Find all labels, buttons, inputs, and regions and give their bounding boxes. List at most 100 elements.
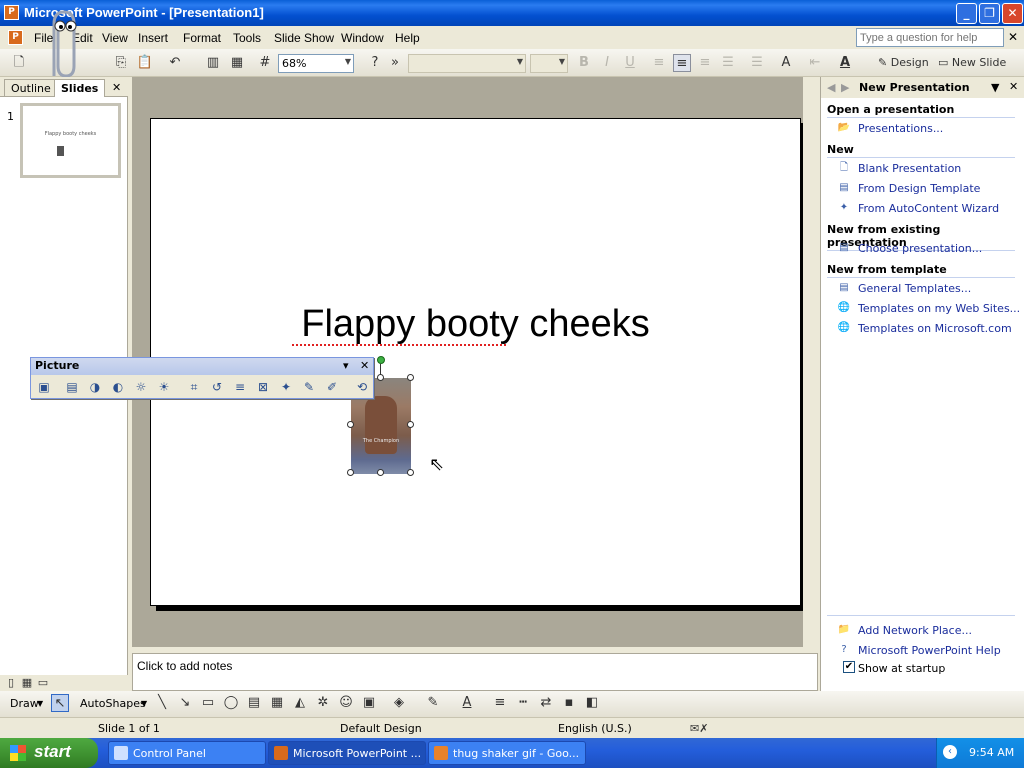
link-autocontent-wizard[interactable]: From AutoContent Wizard <box>858 202 999 215</box>
resize-handle-top[interactable] <box>377 374 384 381</box>
forward-icon[interactable]: ▶ <box>841 81 849 94</box>
link-web-site-templates[interactable]: Templates on my Web Sites... <box>858 302 1020 315</box>
font-size-combo[interactable]: ▼ <box>530 54 568 73</box>
line-color-icon[interactable]: ✎ <box>424 694 442 712</box>
task-firefox[interactable]: thug shaker gif - Goo... <box>428 741 586 765</box>
line-style-icon[interactable]: ≡ <box>491 694 509 712</box>
tray-expand-icon[interactable]: ‹ <box>943 745 957 759</box>
align-right-icon[interactable]: ≡ <box>696 54 714 72</box>
bullets-icon[interactable]: ☰ <box>748 54 766 72</box>
text-box-icon[interactable]: ▤ <box>245 694 263 712</box>
link-add-network-place[interactable]: Add Network Place... <box>858 624 972 637</box>
link-choose-presentation[interactable]: Choose presentation... <box>858 242 982 255</box>
line-icon[interactable]: ╲ <box>153 694 171 712</box>
new-icon[interactable]: 🗋 <box>10 54 28 72</box>
resize-handle-bottom-left[interactable] <box>347 469 354 476</box>
task-powerpoint[interactable]: Microsoft PowerPoint ... <box>268 741 426 765</box>
paste-icon[interactable]: 📋 <box>136 54 154 72</box>
vertical-scrollbar[interactable] <box>803 77 818 647</box>
diagram-icon[interactable]: ◭ <box>291 694 309 712</box>
tab-outline[interactable]: Outline <box>4 79 58 97</box>
color-icon[interactable]: ▤ <box>63 378 81 396</box>
menu-help[interactable]: Help <box>395 31 420 45</box>
underline-button[interactable]: U <box>621 54 639 72</box>
link-presentations[interactable]: Presentations... <box>858 122 943 135</box>
rotate-handle[interactable] <box>377 356 385 364</box>
more-buttons-icon[interactable]: » <box>386 54 404 72</box>
wordart-icon[interactable]: ▦ <box>268 694 286 712</box>
resize-handle-top-right[interactable] <box>407 374 414 381</box>
design-button[interactable]: ✎ Design <box>878 54 929 72</box>
arrow-icon[interactable]: ↘ <box>176 694 194 712</box>
shadow-style-icon[interactable]: ▪ <box>560 694 578 712</box>
office-assistant-clippy[interactable] <box>40 6 84 84</box>
copy-icon[interactable]: ⎘ <box>112 54 130 72</box>
font-color-icon[interactable]: A <box>458 694 476 712</box>
link-microsoft-templates[interactable]: Templates on Microsoft.com <box>858 322 1012 335</box>
chart-icon[interactable]: ▥ <box>204 54 222 72</box>
maximize-button[interactable]: ❐ <box>979 3 1000 24</box>
link-blank-presentation[interactable]: Blank Presentation <box>858 162 961 175</box>
compress-pictures-icon[interactable]: ⊠ <box>254 378 272 396</box>
link-design-template[interactable]: From Design Template <box>858 182 980 195</box>
picture-toolbar-close-icon[interactable]: ✕ <box>360 359 369 372</box>
start-button[interactable]: start <box>0 738 98 768</box>
new-slide-button[interactable]: ▭ New Slide <box>938 54 1006 72</box>
picture-icon[interactable]: ▣ <box>360 694 378 712</box>
rotate-left-icon[interactable]: ↺ <box>208 378 226 396</box>
font-color-icon[interactable]: A <box>836 54 854 72</box>
slide-thumbnail[interactable]: Flappy booty cheeks <box>20 103 121 178</box>
less-brightness-icon[interactable]: ☀ <box>155 378 173 396</box>
slide-show-icon[interactable]: ▭ <box>34 674 52 692</box>
menu-view[interactable]: View <box>102 31 128 45</box>
powerpoint-app-icon[interactable]: P <box>4 5 19 20</box>
more-contrast-icon[interactable]: ◑ <box>86 378 104 396</box>
arrow-style-icon[interactable]: ⇄ <box>537 694 555 712</box>
help-search-input[interactable] <box>856 28 1004 47</box>
grid-icon[interactable]: # <box>256 54 274 72</box>
menu-format[interactable]: Format <box>183 31 221 45</box>
close-button[interactable]: ✕ <box>1002 3 1023 24</box>
decrease-indent-icon[interactable]: ⇤ <box>806 54 824 72</box>
reset-picture-icon[interactable]: ⟲ <box>353 378 371 396</box>
link-general-templates[interactable]: General Templates... <box>858 282 971 295</box>
select-pointer-icon[interactable]: ↖ <box>51 694 69 712</box>
link-powerpoint-help[interactable]: Microsoft PowerPoint Help <box>858 644 1001 657</box>
oval-icon[interactable]: ◯ <box>222 694 240 712</box>
set-transparent-color-icon[interactable]: ✐ <box>323 378 341 396</box>
resize-handle-right[interactable] <box>407 421 414 428</box>
menu-insert[interactable]: Insert <box>138 31 168 45</box>
less-contrast-icon[interactable]: ◐ <box>109 378 127 396</box>
picture-toolbar-title[interactable]: Picture <box>31 358 373 375</box>
recolor-picture-icon[interactable]: ✦ <box>277 378 295 396</box>
rectangle-icon[interactable]: ▭ <box>199 694 217 712</box>
notes-placeholder[interactable]: Click to add notes <box>137 659 232 673</box>
bold-button[interactable]: B <box>575 54 593 72</box>
back-icon[interactable]: ◀ <box>827 81 835 94</box>
dash-style-icon[interactable]: ┅ <box>514 694 532 712</box>
align-center-icon[interactable]: ≡ <box>673 54 691 72</box>
align-left-icon[interactable]: ≡ <box>650 54 668 72</box>
menu-slide-show[interactable]: Slide Show <box>274 31 334 45</box>
show-at-startup-checkbox[interactable]: ✔ <box>843 661 855 673</box>
task-control-panel[interactable]: Control Panel <box>108 741 266 765</box>
menu-window[interactable]: Window <box>341 31 384 45</box>
minimize-button[interactable]: _ <box>956 3 977 24</box>
toolbar-options-icon[interactable]: ▾ <box>343 359 349 372</box>
task-pane-menu-icon[interactable]: ▼ <box>991 81 999 94</box>
line-style-icon[interactable]: ≡ <box>231 378 249 396</box>
italic-button[interactable]: I <box>598 54 616 72</box>
crop-icon[interactable]: ⌗ <box>185 378 203 396</box>
tab-slides[interactable]: Slides <box>54 79 106 97</box>
resize-handle-bottom-right[interactable] <box>407 469 414 476</box>
pane-close-icon[interactable]: ✕ <box>106 79 127 97</box>
undo-icon[interactable]: ↶ <box>166 54 184 72</box>
menu-tools[interactable]: Tools <box>233 31 261 45</box>
more-brightness-icon[interactable]: ☼ <box>132 378 150 396</box>
resize-handle-bottom[interactable] <box>377 469 384 476</box>
slide-title[interactable]: Flappy booty cheeks <box>151 303 800 346</box>
org-chart-icon[interactable]: ✲ <box>314 694 332 712</box>
autoshapes-menu[interactable]: AutoShapes <box>80 697 146 710</box>
table-icon[interactable]: ▦ <box>228 54 246 72</box>
3d-style-icon[interactable]: ◧ <box>583 694 601 712</box>
